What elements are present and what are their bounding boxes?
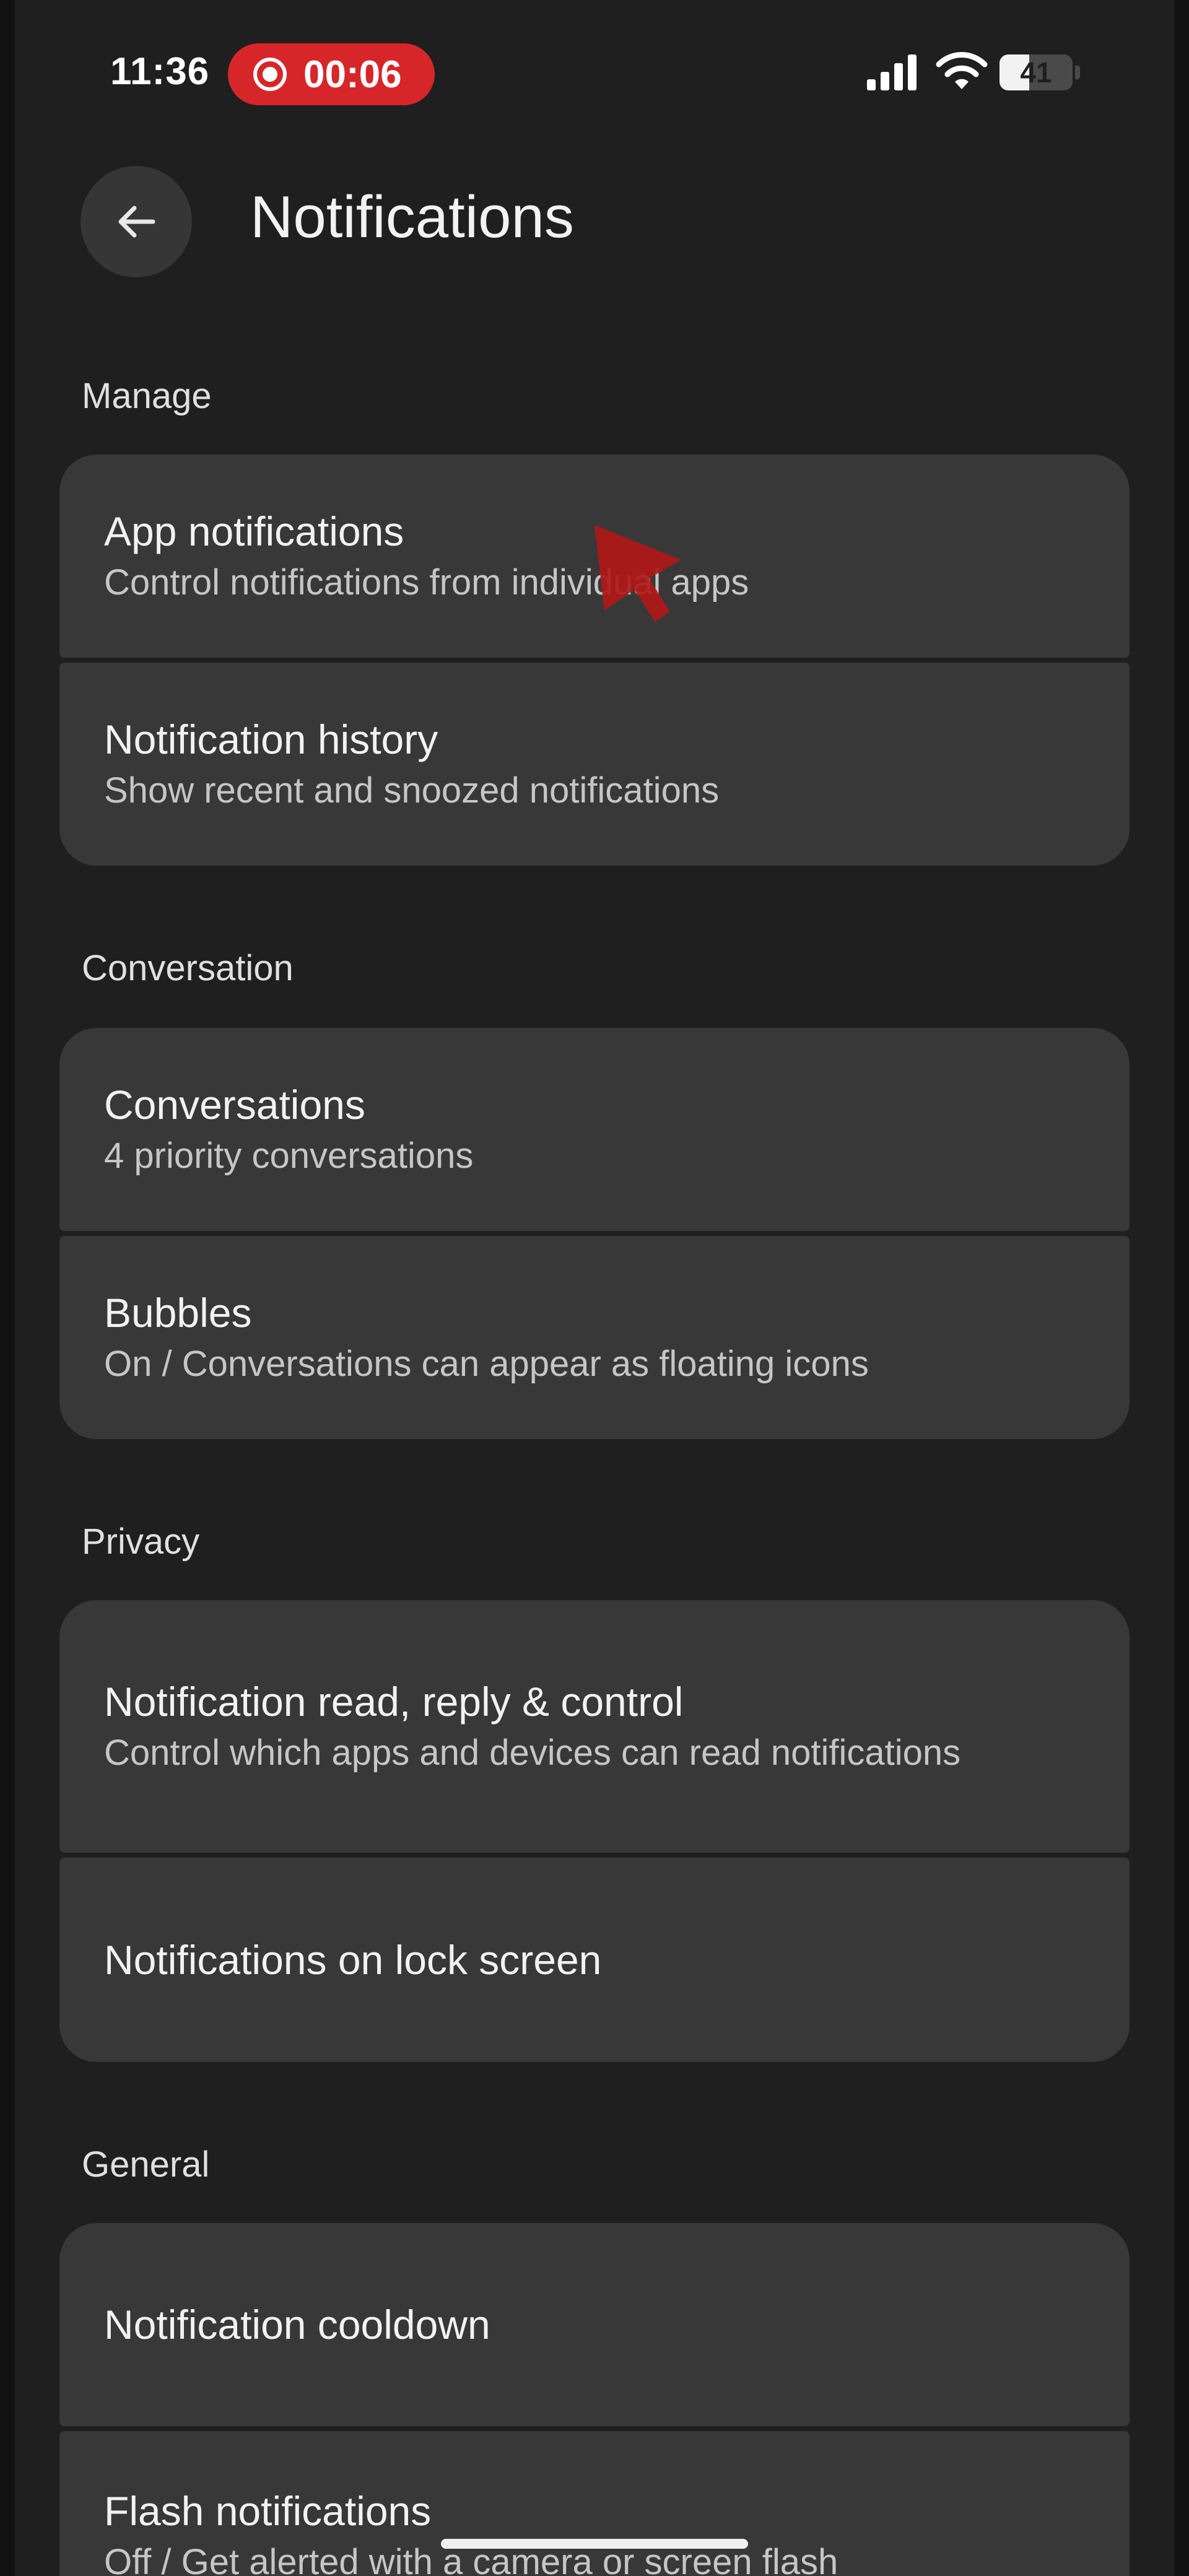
- wifi-icon: [936, 52, 988, 89]
- screen-edge-left: [0, 0, 15, 2576]
- setting-title: Bubbles: [104, 1290, 252, 1336]
- setting-title: Notifications on lock screen: [104, 1937, 602, 1983]
- setting-title: Flash notifications: [104, 2488, 432, 2534]
- screen-edge-right: [1174, 0, 1189, 2576]
- cursor-pointer-icon: [594, 525, 681, 622]
- page-title: Notifications: [250, 184, 574, 250]
- recording-time: 00:06: [303, 53, 402, 96]
- battery-level: 41: [1020, 56, 1052, 89]
- setting-flash-notifications[interactable]: Flash notifications Off / Get alerted wi…: [59, 2431, 1130, 2576]
- setting-title: Conversations: [104, 1082, 365, 1128]
- section-header-general: General: [82, 2144, 210, 2185]
- battery-body: 41: [1000, 54, 1073, 90]
- arrow-left-icon: [118, 206, 155, 238]
- setting-summary: 4 priority conversations: [104, 1136, 474, 1176]
- setting-notification-read-reply-control[interactable]: Notification read, reply & control Contr…: [59, 1600, 1130, 1853]
- section-header-manage: Manage: [82, 376, 212, 416]
- setting-summary: Show recent and snoozed notifications: [104, 770, 720, 811]
- setting-title: Notification history: [104, 716, 438, 762]
- setting-bubbles[interactable]: Bubbles On / Conversations can appear as…: [59, 1236, 1130, 1439]
- setting-title: Notification read, reply & control: [104, 1679, 684, 1725]
- section-header-privacy: Privacy: [82, 1521, 200, 1562]
- setting-notification-cooldown[interactable]: Notification cooldown: [59, 2223, 1130, 2426]
- record-icon: [253, 58, 287, 91]
- setting-notifications-on-lock-screen[interactable]: Notifications on lock screen: [59, 1858, 1130, 2062]
- status-time: 11:36: [110, 50, 210, 93]
- setting-conversations[interactable]: Conversations 4 priority conversations: [59, 1028, 1130, 1231]
- section-header-conversation: Conversation: [82, 948, 294, 988]
- back-button[interactable]: [81, 166, 192, 277]
- setting-summary: On / Conversations can appear as floatin…: [104, 1344, 869, 1384]
- signal-bars-icon: [867, 54, 917, 90]
- battery-tip: [1075, 66, 1080, 79]
- battery-indicator: 41: [1000, 54, 1080, 90]
- setting-summary: Control which apps and devices can read …: [104, 1733, 961, 1773]
- setting-notification-history[interactable]: Notification history Show recent and sno…: [59, 663, 1130, 866]
- home-gesture-handle[interactable]: [441, 2539, 748, 2549]
- status-bar: 11:36 00:06 41: [0, 0, 1189, 142]
- screen-recording-pill[interactable]: 00:06: [228, 43, 435, 105]
- setting-title: Notification cooldown: [104, 2302, 490, 2348]
